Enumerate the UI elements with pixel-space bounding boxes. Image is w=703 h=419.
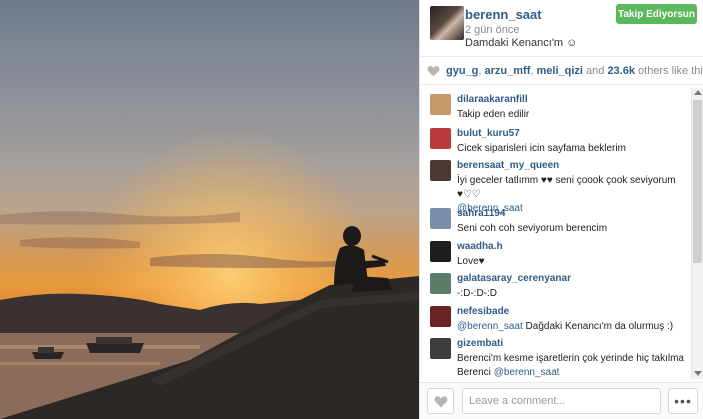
- comment-input[interactable]: [462, 388, 661, 414]
- commenter-username[interactable]: gizembati: [457, 338, 503, 349]
- comment-text: Takip eden edilir: [457, 108, 687, 122]
- comment-bar: •••: [420, 382, 703, 419]
- heart-icon: [434, 396, 448, 408]
- commenter-username[interactable]: bulut_kuru57: [457, 128, 520, 139]
- likes-summary: gyu_g, arzu_mff, meli_qizi and 23.6k oth…: [420, 58, 703, 85]
- commenter-avatar[interactable]: [430, 128, 451, 149]
- comment-text: -:D-:D-:D: [457, 287, 687, 301]
- commenter-username[interactable]: galatasaray_cerenyanar: [457, 273, 571, 284]
- commenter-username[interactable]: dilaraakaranfill: [457, 94, 528, 105]
- comment-text: Berenci'm kesme işaretlerin çok yerinde …: [457, 352, 687, 380]
- post-header: berenn_saat 2 gün önce Damdaki Kenancı'm…: [420, 0, 703, 57]
- likes-and: and: [582, 65, 608, 77]
- comment-text: Seni coh coh seviyorum berencim: [457, 222, 687, 236]
- commenter-username[interactable]: sahra1194: [457, 208, 505, 219]
- scroll-down-arrow-icon[interactable]: [694, 371, 702, 376]
- commenter-avatar[interactable]: [430, 160, 451, 181]
- commenter-username[interactable]: berensaat_my_queen: [457, 160, 559, 171]
- comment-body: Cicek siparisleri icin sayfama beklerim: [457, 143, 626, 154]
- more-options-button[interactable]: •••: [668, 388, 698, 414]
- comment-body: Berenci'm kesme işaretlerin çok yerinde …: [457, 353, 684, 378]
- commenter-avatar[interactable]: [430, 94, 451, 115]
- comment-body: Seni coh coh seviyorum berencim: [457, 223, 608, 234]
- comment-body: İyi geceler tatlımm ♥♥ seni çoook çook s…: [457, 175, 676, 200]
- commenter-username[interactable]: waadha.h: [457, 241, 503, 252]
- comment-item: berensaat_my_queen İyi geceler tatlımm ♥…: [420, 154, 690, 214]
- comment-body: -:D-:D-:D: [457, 288, 497, 299]
- scroll-up-arrow-icon[interactable]: [694, 90, 702, 95]
- author-username[interactable]: berenn_saat: [465, 7, 542, 22]
- commenter-username[interactable]: nefesibade: [457, 306, 509, 317]
- follow-button[interactable]: Takip Ediyorsun: [616, 4, 697, 24]
- commenter-avatar[interactable]: [430, 241, 451, 262]
- heart-icon: [427, 66, 440, 77]
- comment-mention[interactable]: @berenn_saat: [457, 321, 523, 332]
- scroll-thumb[interactable]: [693, 100, 702, 263]
- commenter-avatar[interactable]: [430, 208, 451, 229]
- post-caption: Damdaki Kenancı'm ☺: [465, 37, 578, 49]
- comment-list: dilaraakaranfill Takip eden edilir bulut…: [420, 86, 703, 381]
- likes-text: gyu_g, arzu_mff, meli_qizi and 23.6k oth…: [446, 65, 703, 77]
- commenter-avatar[interactable]: [430, 306, 451, 327]
- likes-count[interactable]: 23.6k: [607, 65, 635, 77]
- author-avatar[interactable]: [430, 6, 464, 40]
- sunset-scene: [0, 0, 419, 419]
- like-button[interactable]: [427, 388, 454, 414]
- liker-link[interactable]: arzu_mff: [485, 65, 531, 77]
- comment-body: Takip eden edilir: [457, 109, 530, 120]
- post-photo[interactable]: [0, 0, 419, 419]
- commenter-avatar[interactable]: [430, 338, 451, 359]
- comment-body: Love♥: [457, 256, 485, 267]
- comment-item: gizembati Berenci'm kesme işaretlerin ço…: [420, 332, 690, 380]
- comment-body: Dağdaki Kenancı'm da olurmuş :): [522, 321, 674, 332]
- post-time: 2 gün önce: [465, 24, 520, 36]
- comment-mention[interactable]: @berenn_saat: [494, 367, 560, 378]
- post-sidebar: berenn_saat 2 gün önce Damdaki Kenancı'm…: [419, 0, 703, 419]
- liker-link[interactable]: gyu_g: [446, 65, 478, 77]
- likes-suffix: others like this.: [638, 65, 703, 77]
- commenter-avatar[interactable]: [430, 273, 451, 294]
- comment-scrollbar[interactable]: [691, 88, 703, 379]
- liker-link[interactable]: meli_qizi: [537, 65, 583, 77]
